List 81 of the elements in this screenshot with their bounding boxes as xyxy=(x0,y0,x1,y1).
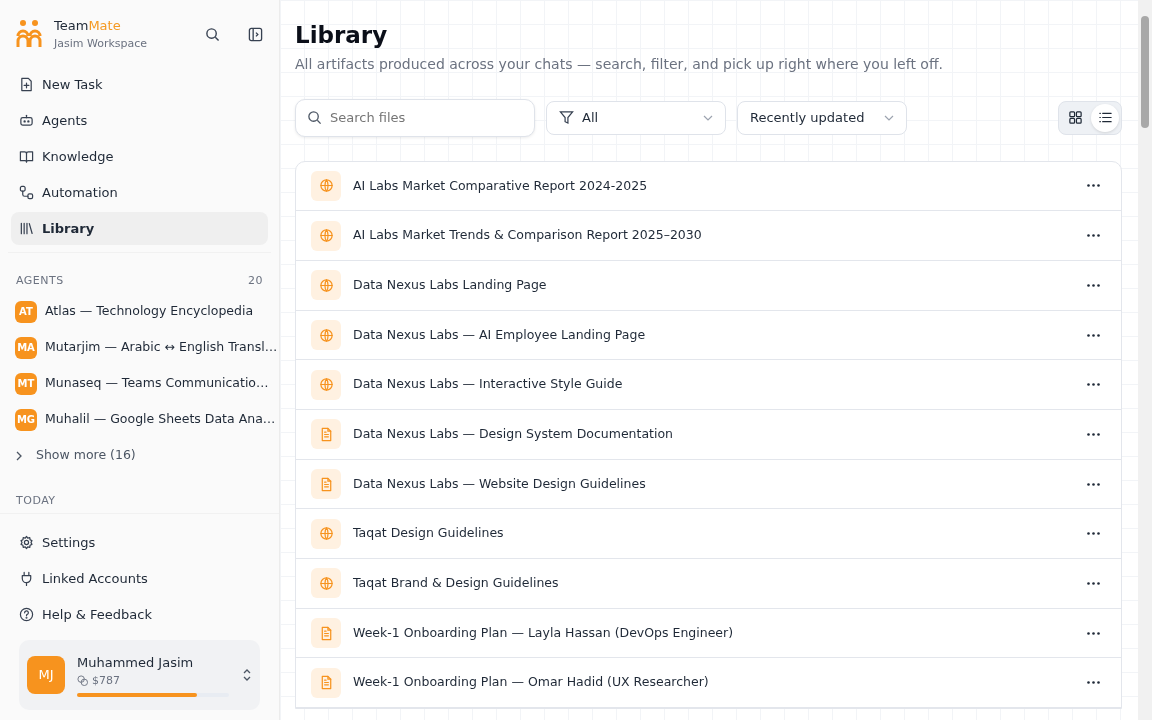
page-subtitle: All artifacts produced across your chats — search, filter, and pick up right where you left off. xyxy=(295,54,944,74)
logo-icon xyxy=(16,19,42,49)
nav-item[interactable]: Library xyxy=(11,212,268,245)
filter-icon xyxy=(559,110,574,126)
robot-icon xyxy=(19,113,34,128)
nav-item[interactable]: Linked Accounts xyxy=(11,562,268,595)
plug-icon xyxy=(19,571,34,586)
user-name: Muhammed Jasim xyxy=(77,654,195,672)
nav-item[interactable]: Settings xyxy=(11,526,268,559)
nav-item[interactable]: Automation xyxy=(11,176,268,209)
more-icon xyxy=(1087,432,1100,436)
workflow-icon xyxy=(19,185,34,200)
list-view-button[interactable] xyxy=(1091,103,1119,132)
more-icon xyxy=(1087,184,1100,188)
search-icon[interactable] xyxy=(205,26,220,42)
agent-item[interactable]: Muhalil — Google Sheets Data Ana… xyxy=(45,410,276,429)
scrollbar-thumb[interactable] xyxy=(1141,16,1149,128)
more-icon xyxy=(1087,283,1100,287)
book-icon xyxy=(19,149,34,164)
search-icon xyxy=(307,110,322,126)
globe-icon xyxy=(318,526,334,542)
more-icon xyxy=(1087,333,1100,337)
more-icon xyxy=(1087,383,1100,387)
file-plus-icon xyxy=(19,77,34,92)
file-title[interactable]: Data Nexus Labs — Website Design Guidelines xyxy=(353,474,1069,494)
file-title[interactable]: Data Nexus Labs Landing Page xyxy=(353,275,1069,295)
credit-balance: $787 xyxy=(92,672,120,689)
section-heading: TODAY xyxy=(16,493,56,507)
sort-dropdown[interactable]: Recently updated xyxy=(737,100,907,135)
globe-icon xyxy=(318,228,334,244)
agent-item[interactable]: Mutarjim — Arabic ↔ English Transl… xyxy=(45,338,278,357)
page-title: Library xyxy=(295,22,389,50)
globe-icon xyxy=(318,377,334,393)
file-title[interactable]: Data Nexus Labs — Interactive Style Guide xyxy=(353,375,1069,395)
file-title[interactable]: Taqat Design Guidelines xyxy=(353,524,1069,544)
file-title[interactable]: Data Nexus Labs — AI Employee Landing Page xyxy=(353,325,1069,345)
chevron-down-icon xyxy=(703,114,713,121)
file-title[interactable]: Week-1 Onboarding Plan — Layla Hassan (DevOps Engineer) xyxy=(353,623,1069,643)
nav-item[interactable]: Help & Feedback xyxy=(11,598,268,631)
grid-view-icon xyxy=(1067,110,1083,126)
more-icon xyxy=(1087,234,1100,238)
search-field[interactable]: Search files xyxy=(295,98,535,137)
more-icon xyxy=(1087,532,1100,536)
settings-icon xyxy=(19,535,34,550)
agent-avatar: MA xyxy=(15,336,37,359)
user-card[interactable]: MJ Muhammed Jasim $787 xyxy=(19,640,260,710)
library-icon xyxy=(19,221,34,236)
file-title[interactable]: Data Nexus Labs — Design System Documentation xyxy=(353,425,1069,444)
globe-icon xyxy=(318,327,334,343)
filter-dropdown[interactable]: All xyxy=(546,100,726,135)
coins-icon xyxy=(77,675,88,687)
agent-item[interactable]: Munaseq — Teams Communicatio… xyxy=(45,374,269,393)
user-avatar: MJ xyxy=(27,656,65,694)
more-icon xyxy=(1087,631,1100,635)
show-more-link[interactable]: Show more (16) xyxy=(0,437,279,474)
more-icon xyxy=(1087,681,1100,685)
file-title[interactable]: AI Labs Market Trends & Comparison Report 2025–2030 xyxy=(353,226,1069,245)
agent-count: 20 xyxy=(248,273,263,289)
nav-item[interactable]: Knowledge xyxy=(11,140,268,173)
file-title[interactable]: Week-1 Onboarding Plan — Omar Hadid (UX Researcher) xyxy=(353,673,1069,693)
agent-avatar: MG xyxy=(15,408,37,431)
chevron-down-icon xyxy=(884,114,894,121)
globe-icon xyxy=(318,178,334,194)
globe-icon xyxy=(318,575,334,591)
nav-item[interactable]: New Task xyxy=(11,68,268,101)
globe-icon xyxy=(318,277,334,293)
sidebar-toggle-icon[interactable] xyxy=(248,26,263,42)
file-title[interactable]: Taqat Brand & Design Guidelines xyxy=(353,574,1069,593)
section-heading: AGENTS xyxy=(16,273,64,289)
agent-avatar: MT xyxy=(15,372,37,395)
chevron-updown-icon xyxy=(242,668,252,682)
help-icon xyxy=(19,607,34,622)
agent-item[interactable]: Atlas — Technology Encyclopedia xyxy=(45,302,254,321)
brand-name: TeamMate xyxy=(54,17,122,35)
more-icon xyxy=(1087,581,1100,585)
agent-avatar: AT xyxy=(15,300,37,323)
more-icon xyxy=(1087,482,1100,486)
chevron-right-icon xyxy=(16,450,22,461)
nav-item[interactable]: Agents xyxy=(11,104,268,137)
file-title[interactable]: AI Labs Market Comparative Report 2024-2025 xyxy=(353,176,1069,196)
workspace-name: Jasim Workspace xyxy=(54,35,149,52)
